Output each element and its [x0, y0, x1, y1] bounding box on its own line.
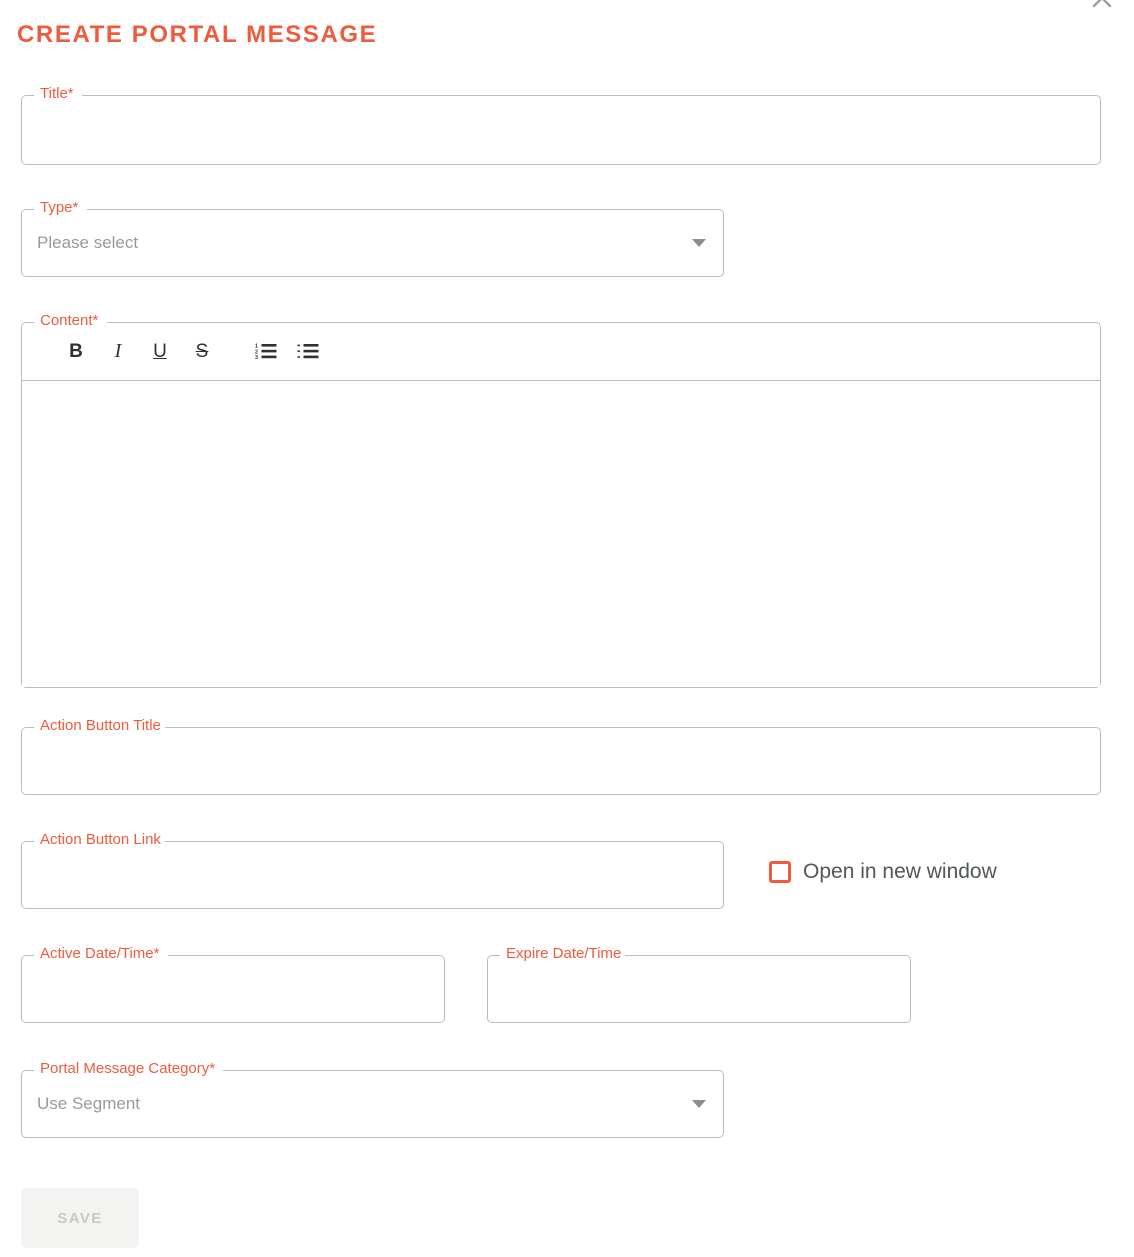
chevron-down-icon[interactable]: [692, 239, 706, 247]
title-field[interactable]: Title* Title *: [21, 85, 1101, 165]
chevron-down-icon[interactable]: [692, 1100, 706, 1108]
open-in-new-window-checkbox[interactable]: Open in new window: [769, 860, 997, 884]
open-in-new-window-label: Open in new window: [803, 860, 997, 883]
type-select[interactable]: Type* Type * Please select: [21, 199, 724, 277]
svg-text:3: 3: [255, 355, 258, 360]
bold-icon[interactable]: B: [55, 334, 97, 368]
portal-message-category-select[interactable]: Portal Message Category* Portal Message …: [21, 1060, 724, 1138]
strikethrough-icon[interactable]: S: [181, 334, 223, 368]
title-input[interactable]: [21, 95, 1101, 165]
expire-datetime-field[interactable]: Expire Date/Time Expire Date/Time: [487, 945, 911, 1023]
page-title: CREATE PORTAL MESSAGE: [17, 21, 378, 48]
content-editor-body[interactable]: [22, 381, 1100, 687]
active-datetime-input[interactable]: [21, 955, 445, 1023]
unordered-list-icon[interactable]: [287, 334, 329, 368]
ordered-list-icon[interactable]: 1 2 3: [245, 334, 287, 368]
italic-icon[interactable]: I: [97, 334, 139, 368]
active-datetime-field[interactable]: Active Date/Time* Active Date/Time *: [21, 945, 445, 1023]
action-button-link-field[interactable]: Action Button Link Action Button Link: [21, 831, 724, 909]
expire-datetime-input[interactable]: [487, 955, 911, 1023]
portal-message-category-value[interactable]: Use Segment: [21, 1070, 724, 1138]
create-portal-message-dialog: CREATE PORTAL MESSAGE Title* Title * Typ…: [0, 0, 1134, 1257]
checkbox-icon[interactable]: [769, 861, 791, 883]
content-editor[interactable]: Content* Content * B I U S 1 2 3: [21, 312, 1101, 688]
editor-toolbar: B I U S 1 2 3: [21, 322, 329, 380]
action-button-link-input[interactable]: [21, 841, 724, 909]
save-button[interactable]: SAVE: [21, 1188, 139, 1248]
underline-icon[interactable]: U: [139, 334, 181, 368]
action-button-title-input[interactable]: [21, 727, 1101, 795]
type-select-value[interactable]: Please select: [21, 209, 724, 277]
close-icon[interactable]: [1082, 0, 1122, 18]
action-button-title-field[interactable]: Action Button Title Action Button Title: [21, 717, 1101, 795]
